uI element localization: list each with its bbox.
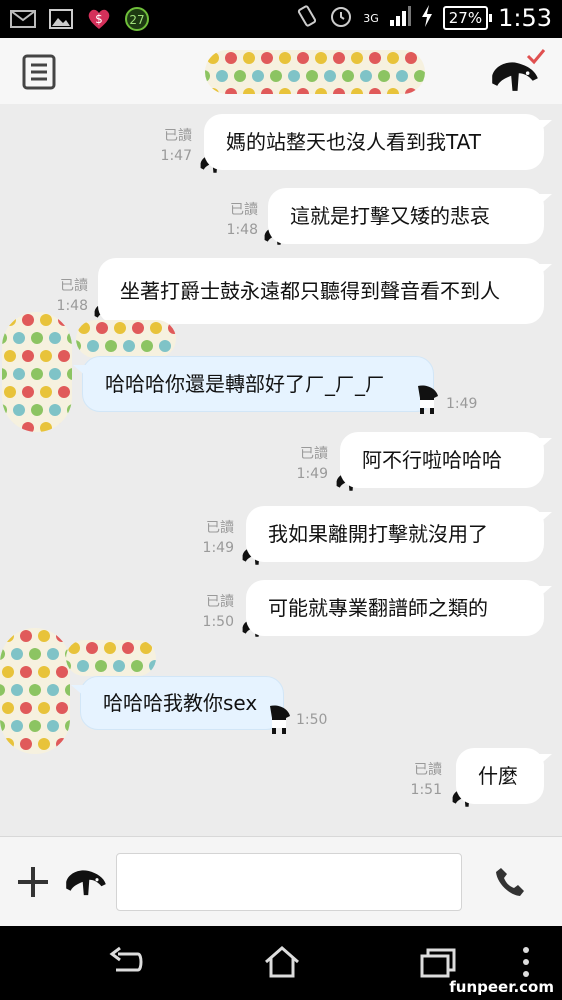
read-receipt: 已讀 1:49 [188,518,234,558]
avatar-censored[interactable] [2,312,72,432]
message-bubble-received[interactable]: 哈哈哈我教你sex [71,676,284,730]
message-text: 什麼 [478,764,518,788]
mail-icon [10,6,36,32]
message-text: 我如果離開打擊就沒用了 [268,522,488,546]
heart-dollar-icon: $ [86,6,112,32]
message-time: 1:49 [296,466,328,482]
input-bar [0,836,562,927]
message-bubble-sent[interactable]: 阿不行啦哈哈哈 [340,432,552,488]
overflow-menu-button[interactable] [516,944,536,980]
attach-button[interactable] [14,863,52,901]
read-receipt: 已讀 1:49 [282,444,328,484]
message-bubble-sent[interactable]: 媽的站整天也沒人看到我TAT [204,114,552,170]
message-time: 1:48 [226,222,258,238]
battery-icon: 27% [442,6,493,30]
menu-button[interactable] [22,54,56,90]
read-receipt: 已讀 1:48 [212,200,258,240]
back-icon [109,946,143,972]
overflow-menu-icon [523,947,529,977]
tapir-check-icon [492,49,546,91]
signal-icon [389,6,411,30]
message-time: 1:51 [410,782,442,798]
read-label: 已讀 [60,278,88,294]
tapir-icon [270,705,290,734]
message-list[interactable]: 已讀 1:47 媽的站整天也沒人看到我TAT 已讀 1:48 這就是打擊又矮的悲… [0,104,562,836]
read-receipt: 已讀 1:51 [396,760,442,800]
badge-icon: 27 [124,6,150,32]
image-icon [48,6,74,32]
plus-icon [18,867,48,897]
home-icon [265,946,299,978]
message-text: 哈哈哈你還是轉部好了ㄏ_ㄏ_ㄏ [105,372,385,396]
alarm-icon [329,4,353,32]
network-type: 3G [363,11,379,25]
message-bubble-sent[interactable]: 我如果離開打擊就沒用了 [246,506,552,562]
back-button[interactable] [104,944,144,980]
vibrate-icon [295,4,319,32]
message-time: 1:48 [56,298,88,314]
message-bubble-sent[interactable]: 什麼 [456,748,552,804]
message-time: 1:47 [160,148,192,164]
sender-name-censored [76,320,176,358]
read-receipt: 已讀 1:47 [146,126,192,166]
read-label: 已讀 [414,762,442,778]
read-label: 已讀 [164,128,192,144]
message-text: 哈哈哈我教你sex [103,691,258,715]
read-receipt: 已讀 1:48 [42,276,88,316]
tapir-icon [418,385,438,414]
call-button[interactable] [470,853,550,911]
chat-title-censored [205,50,425,94]
read-label: 已讀 [206,594,234,610]
read-label: 已讀 [230,202,258,218]
message-bubble-sent[interactable]: 這就是打擊又矮的悲哀 [268,188,552,244]
watermark: funpeer.com [449,978,554,996]
tapir-check-button[interactable] [486,48,548,96]
message-time: 1:50 [296,712,328,728]
recent-apps-button[interactable] [418,944,458,980]
read-receipt: 已讀 1:50 [188,592,234,632]
charging-icon [421,5,433,31]
message-time: 1:49 [446,396,478,412]
message-bubble-received[interactable]: 哈哈哈你還是轉部好了ㄏ_ㄏ_ㄏ [73,356,434,412]
avatar-censored[interactable] [0,628,70,754]
message-bubble-sent[interactable]: 坐著打爵士鼓永遠都只聽得到聲音看不到人 [98,258,552,324]
message-text: 媽的站整天也沒人看到我TAT [226,130,482,154]
system-nav-bar: funpeer.com [0,926,562,1000]
menu-icon [22,54,56,90]
read-label: 已讀 [300,446,328,462]
chat-header [0,38,562,105]
recent-apps-icon [420,948,456,978]
sender-name-censored [66,640,156,676]
message-time: 1:50 [202,614,234,630]
svg-text:$: $ [95,12,103,26]
message-text: 可能就專業翻譜師之類的 [268,596,488,620]
message-time: 1:49 [202,540,234,556]
status-bar: $ 27 3G 27% 1:53 [0,0,562,38]
sticker-icon [66,870,106,896]
home-button[interactable] [262,944,302,980]
badge-count: 27 [129,13,144,27]
message-text: 坐著打爵士鼓永遠都只聽得到聲音看不到人 [120,279,500,303]
read-label: 已讀 [206,520,234,536]
message-text: 這就是打擊又矮的悲哀 [290,204,490,228]
message-input[interactable] [116,853,462,911]
message-bubble-sent[interactable]: 可能就專業翻譜師之類的 [246,580,552,636]
clock: 1:53 [498,4,552,32]
sticker-button[interactable] [64,865,108,901]
message-text: 阿不行啦哈哈哈 [362,448,502,472]
phone-icon [496,868,524,896]
